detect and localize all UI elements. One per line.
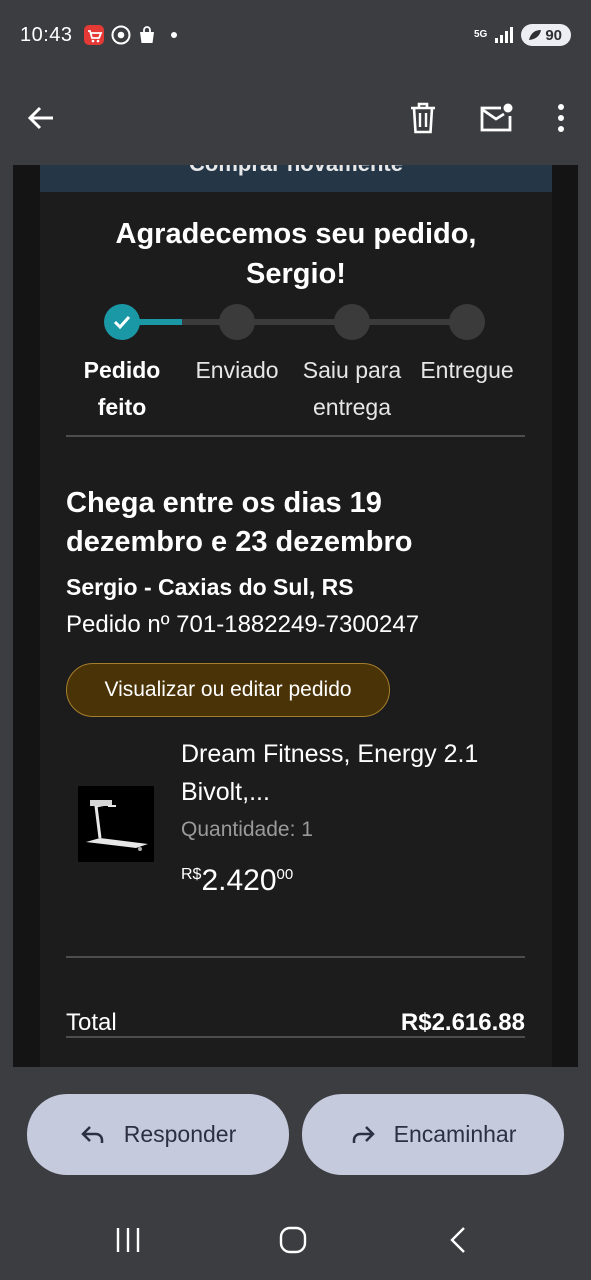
product-name-line-1: Dream Fitness, Energy 2.1 (181, 740, 479, 768)
total-label: Total (66, 1009, 117, 1036)
notification-icons (83, 24, 177, 46)
signal-icon (495, 27, 514, 43)
order-number: Pedido nº 701-1882249-7300247 (66, 611, 420, 638)
buy-again-label: Comprar novamente (40, 165, 552, 177)
step-dot-delivered (449, 304, 485, 340)
view-edit-order-button[interactable]: Visualizar ou editar pedido (66, 663, 390, 717)
email-body[interactable]: Comprar novamente Agradecemos seu pedido… (13, 165, 578, 1067)
thanks-line-2: Sergio! (246, 258, 346, 290)
back-button[interactable] (26, 103, 56, 133)
battery-indicator: 90 (521, 24, 571, 46)
recent-apps-icon (116, 1228, 140, 1252)
order-card: Agradecemos seu pedido, Sergio! Pedido f… (40, 192, 552, 1067)
divider (66, 435, 525, 437)
product-thumbnail[interactable] (78, 786, 154, 862)
shipping-address: Sergio - Caxias do Sul, RS (66, 574, 354, 600)
price-currency: R$ (181, 866, 202, 883)
reply-label: Responder (123, 1121, 237, 1147)
product-name[interactable]: Dream Fitness, Energy 2.1 Bivolt,... (181, 735, 511, 811)
more-vert-icon (558, 103, 564, 132)
status-time: 10:43 (20, 23, 73, 46)
order-progress-tracker: Pedido feito Enviado Saiu para entrega E… (40, 302, 552, 422)
product-name-line-2: Bivolt,... (181, 778, 270, 806)
price-cents: 00 (276, 866, 294, 883)
treadmill-image (78, 786, 154, 862)
step-dot-shipped (219, 304, 255, 340)
shopping-bag-icon (139, 26, 154, 43)
back-nav-icon (450, 1227, 465, 1253)
arrival-estimate: Chega entre os dias 19 dezembro e 23 dez… (66, 484, 506, 562)
divider (66, 956, 525, 958)
back-nav-button[interactable] (446, 1222, 472, 1263)
product-price: R$2.42000 (181, 864, 293, 898)
step-label-ordered-line-2: feito (97, 394, 147, 420)
arrow-left-icon (27, 106, 53, 129)
step-label-delivered: Entregue (407, 352, 527, 389)
home-button[interactable] (278, 1222, 308, 1263)
step-label-out-line-2: entrega (312, 394, 391, 420)
arrival-line-2: dezembro e 23 dezembro (66, 526, 413, 558)
step-label-ordered-line-1: Pedido (83, 357, 161, 383)
step-dot-out-for-delivery (334, 304, 370, 340)
more-notifications-dot (170, 32, 177, 38)
arrival-line-1: Chega entre os dias 19 (66, 487, 382, 519)
delete-button[interactable] (409, 102, 437, 134)
step-label-delivered-line-1: Entregue (420, 357, 514, 383)
mark-unread-icon (480, 103, 513, 131)
step-label-out-for-delivery: Saiu para entrega (292, 352, 412, 426)
forward-button[interactable]: Encaminhar (302, 1094, 564, 1175)
step-label-shipped: Enviado (177, 352, 297, 389)
battery-level: 90 (545, 26, 562, 44)
step-label-ordered: Pedido feito (62, 352, 182, 426)
check-icon (113, 315, 131, 329)
reply-icon (80, 1125, 103, 1143)
trash-icon (411, 102, 435, 133)
network-label: 5G (473, 29, 488, 40)
status-bar: 10:43 5G 90 (0, 0, 591, 70)
chrome-icon (111, 25, 131, 45)
step-dot-ordered (104, 304, 140, 340)
buy-again-button[interactable]: Comprar novamente (40, 165, 552, 192)
mark-unread-button[interactable] (479, 102, 515, 134)
forward-label: Encaminhar (393, 1121, 517, 1147)
step-label-shipped-line-1: Enviado (195, 357, 279, 383)
app-bar (0, 70, 591, 165)
price-main: 2.420 (201, 864, 277, 897)
reply-button[interactable]: Responder (27, 1094, 289, 1175)
cart-app-icon (83, 25, 104, 45)
forward-icon (352, 1125, 375, 1143)
battery-saver-icon (529, 30, 542, 40)
total-value: R$2.616.88 (400, 1009, 525, 1036)
thanks-line-1: Agradecemos seu pedido, (115, 218, 477, 250)
step-label-out-line-1: Saiu para (302, 357, 402, 383)
more-options-button[interactable] (557, 103, 565, 133)
home-icon (279, 1226, 307, 1254)
system-nav-bar (0, 1200, 591, 1280)
divider (66, 1036, 525, 1038)
product-quantity: Quantidade: 1 (181, 818, 313, 841)
thanks-heading: Agradecemos seu pedido, Sergio! (40, 214, 552, 294)
recent-apps-button[interactable] (113, 1222, 143, 1263)
